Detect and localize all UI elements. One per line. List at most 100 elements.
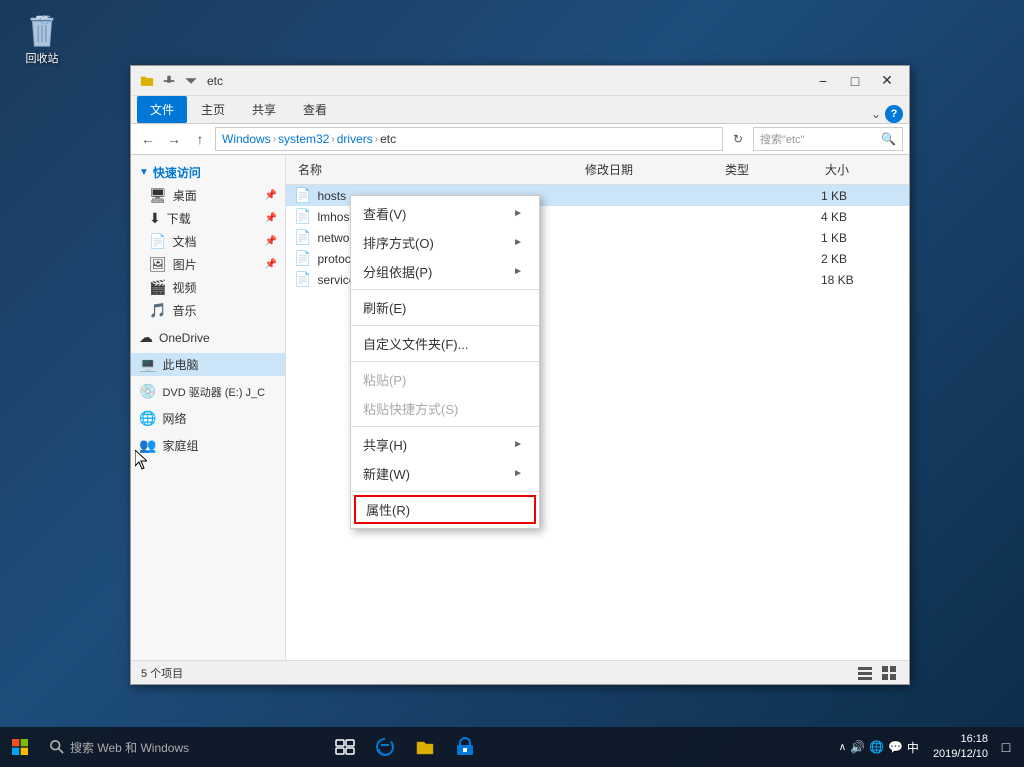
sidebar-section-thispc: 💻 此电脑	[131, 353, 285, 376]
sidebar-item-thispc[interactable]: 💻 此电脑	[131, 353, 285, 376]
file-explorer-button[interactable]	[405, 727, 445, 767]
pin-icon-downloads: 📌	[265, 213, 277, 224]
col-size[interactable]: 大小	[821, 159, 901, 180]
pin-icon-desktop: 📌	[265, 190, 277, 201]
store-button[interactable]	[445, 727, 485, 767]
protocol-file-icon: 📄	[294, 250, 311, 267]
breadcrumb-system32[interactable]: system32	[278, 132, 329, 146]
address-bar: ← → ↑ Windows › system32 › drivers › etc…	[131, 123, 909, 155]
context-item-refresh[interactable]: 刷新(E)	[351, 293, 539, 322]
pin-icon-pictures: 📌	[265, 259, 277, 270]
pictures-icon: 🖼	[149, 256, 167, 273]
desktop-recycle-bin[interactable]: 回收站	[12, 12, 72, 66]
context-item-sort[interactable]: 排序方式(O) ►	[351, 228, 539, 257]
tab-view[interactable]: 查看	[290, 96, 340, 123]
taskview-button[interactable]	[325, 727, 365, 767]
downloads-icon: ⬇	[149, 210, 161, 227]
documents-icon: 📄	[149, 233, 166, 250]
tray-message-icon[interactable]: 💬	[888, 740, 903, 754]
folder-icon	[137, 71, 157, 91]
context-menu: 查看(V) ► 排序方式(O) ► 分组依据(P) ► 刷新(E) 自定义文件夹…	[350, 195, 540, 529]
services-size: 18 KB	[821, 273, 901, 287]
sidebar-item-desktop[interactable]: 🖥 桌面 📌	[131, 184, 285, 207]
context-item-group[interactable]: 分组依据(P) ►	[351, 257, 539, 286]
tray-lang-label[interactable]: 中	[907, 739, 919, 756]
services-file-icon: 📄	[294, 271, 311, 288]
network-icon: 🌐	[139, 410, 156, 427]
hosts-file-name: hosts	[317, 189, 346, 203]
context-item-new[interactable]: 新建(W) ►	[351, 459, 539, 488]
sidebar-item-music[interactable]: 🎵 音乐	[131, 299, 285, 322]
down-arrow-icon[interactable]	[181, 71, 201, 91]
clock-date: 2019/12/10	[933, 747, 988, 762]
sidebar-item-videos[interactable]: 🎬 视频	[131, 276, 285, 299]
sidebar-item-dvd[interactable]: 💿 DVD 驱动器 (E:) J_C	[131, 380, 285, 403]
context-item-view[interactable]: 查看(V) ►	[351, 199, 539, 228]
search-box[interactable]: 搜索"etc" 🔍	[753, 127, 903, 151]
breadcrumb-etc: etc	[380, 132, 396, 146]
notification-button[interactable]: □	[996, 727, 1016, 767]
ribbon-toggle-icon[interactable]: ⌄	[871, 107, 881, 121]
recycle-bin-label: 回收站	[26, 50, 59, 66]
status-text: 5 个项目	[141, 665, 183, 681]
dvd-icon: 💿	[139, 383, 156, 400]
sidebar-quick-access-header[interactable]: ▼ 快速访问	[131, 161, 285, 184]
tab-file[interactable]: 文件	[137, 96, 187, 123]
tray-volume-icon[interactable]: 🔊	[850, 740, 865, 754]
status-bar: 5 个项目	[131, 660, 909, 684]
tray-network-icon[interactable]: 🌐	[869, 740, 884, 754]
pin-icon	[159, 71, 179, 91]
address-path[interactable]: Windows › system32 › drivers › etc	[215, 127, 723, 151]
sidebar-item-network[interactable]: 🌐 网络	[131, 407, 285, 430]
sidebar-section-quick-access: ▼ 快速访问 🖥 桌面 📌 ⬇ 下载 📌 📄	[131, 161, 285, 322]
tray-up-arrow[interactable]: ∧	[839, 742, 846, 753]
desktop: 回收站 etc − □ ✕	[0, 0, 1024, 767]
view-large-button[interactable]	[879, 663, 899, 683]
context-item-share[interactable]: 共享(H) ►	[351, 430, 539, 459]
breadcrumb-windows[interactable]: Windows	[222, 132, 271, 146]
forward-button[interactable]: →	[163, 128, 185, 150]
sort-submenu-arrow: ►	[513, 237, 523, 248]
back-button[interactable]: ←	[137, 128, 159, 150]
col-type[interactable]: 类型	[721, 159, 821, 180]
taskbar-search-placeholder: 搜索 Web 和 Windows	[70, 739, 189, 756]
sidebar-item-homegroup[interactable]: 👥 家庭组	[131, 434, 285, 457]
help-icon[interactable]: ?	[885, 105, 903, 123]
up-button[interactable]: ↑	[189, 128, 211, 150]
tab-home[interactable]: 主页	[188, 96, 238, 123]
desktop-icon-small: 🖥	[149, 187, 167, 204]
sidebar-section-network: 🌐 网络	[131, 407, 285, 430]
sidebar-item-downloads[interactable]: ⬇ 下载 📌	[131, 207, 285, 230]
view-details-button[interactable]	[855, 663, 875, 683]
tray-icons: ∧ 🔊 🌐 💬 中	[839, 739, 919, 756]
system-clock[interactable]: 16:18 2019/12/10	[925, 732, 996, 763]
separator-2	[351, 325, 539, 326]
taskbar-search-box[interactable]: 搜索 Web 和 Windows	[40, 727, 320, 767]
sidebar-item-documents[interactable]: 📄 文档 📌	[131, 230, 285, 253]
refresh-button[interactable]: ↻	[727, 128, 749, 150]
start-button[interactable]	[0, 727, 40, 767]
separator-3	[351, 361, 539, 362]
videos-icon: 🎬	[149, 279, 166, 296]
lmhosts-size: 4 KB	[821, 210, 901, 224]
close-button[interactable]: ✕	[871, 69, 903, 93]
hosts-file-icon: 📄	[294, 187, 311, 204]
sidebar-section-onedrive: ☁ OneDrive	[131, 326, 285, 349]
sidebar-item-pictures[interactable]: 🖼 图片 📌	[131, 253, 285, 276]
window-controls: − □ ✕	[807, 69, 903, 93]
col-modified[interactable]: 修改日期	[581, 159, 721, 180]
hosts-size: 1 KB	[821, 189, 901, 203]
sidebar-quick-access-label: 快速访问	[153, 164, 201, 181]
context-item-customize[interactable]: 自定义文件夹(F)...	[351, 329, 539, 358]
context-item-properties[interactable]: 属性(R)	[354, 495, 536, 524]
view-toggle	[855, 663, 899, 683]
col-name[interactable]: 名称	[294, 159, 581, 180]
sidebar: ▼ 快速访问 🖥 桌面 📌 ⬇ 下载 📌 📄	[131, 155, 286, 660]
edge-browser-button[interactable]	[365, 727, 405, 767]
breadcrumb-drivers[interactable]: drivers	[337, 132, 373, 146]
maximize-button[interactable]: □	[839, 69, 871, 93]
sidebar-item-onedrive[interactable]: ☁ OneDrive	[131, 326, 285, 349]
minimize-button[interactable]: −	[807, 69, 839, 93]
title-bar: etc − □ ✕	[131, 66, 909, 96]
tab-share[interactable]: 共享	[239, 96, 289, 123]
